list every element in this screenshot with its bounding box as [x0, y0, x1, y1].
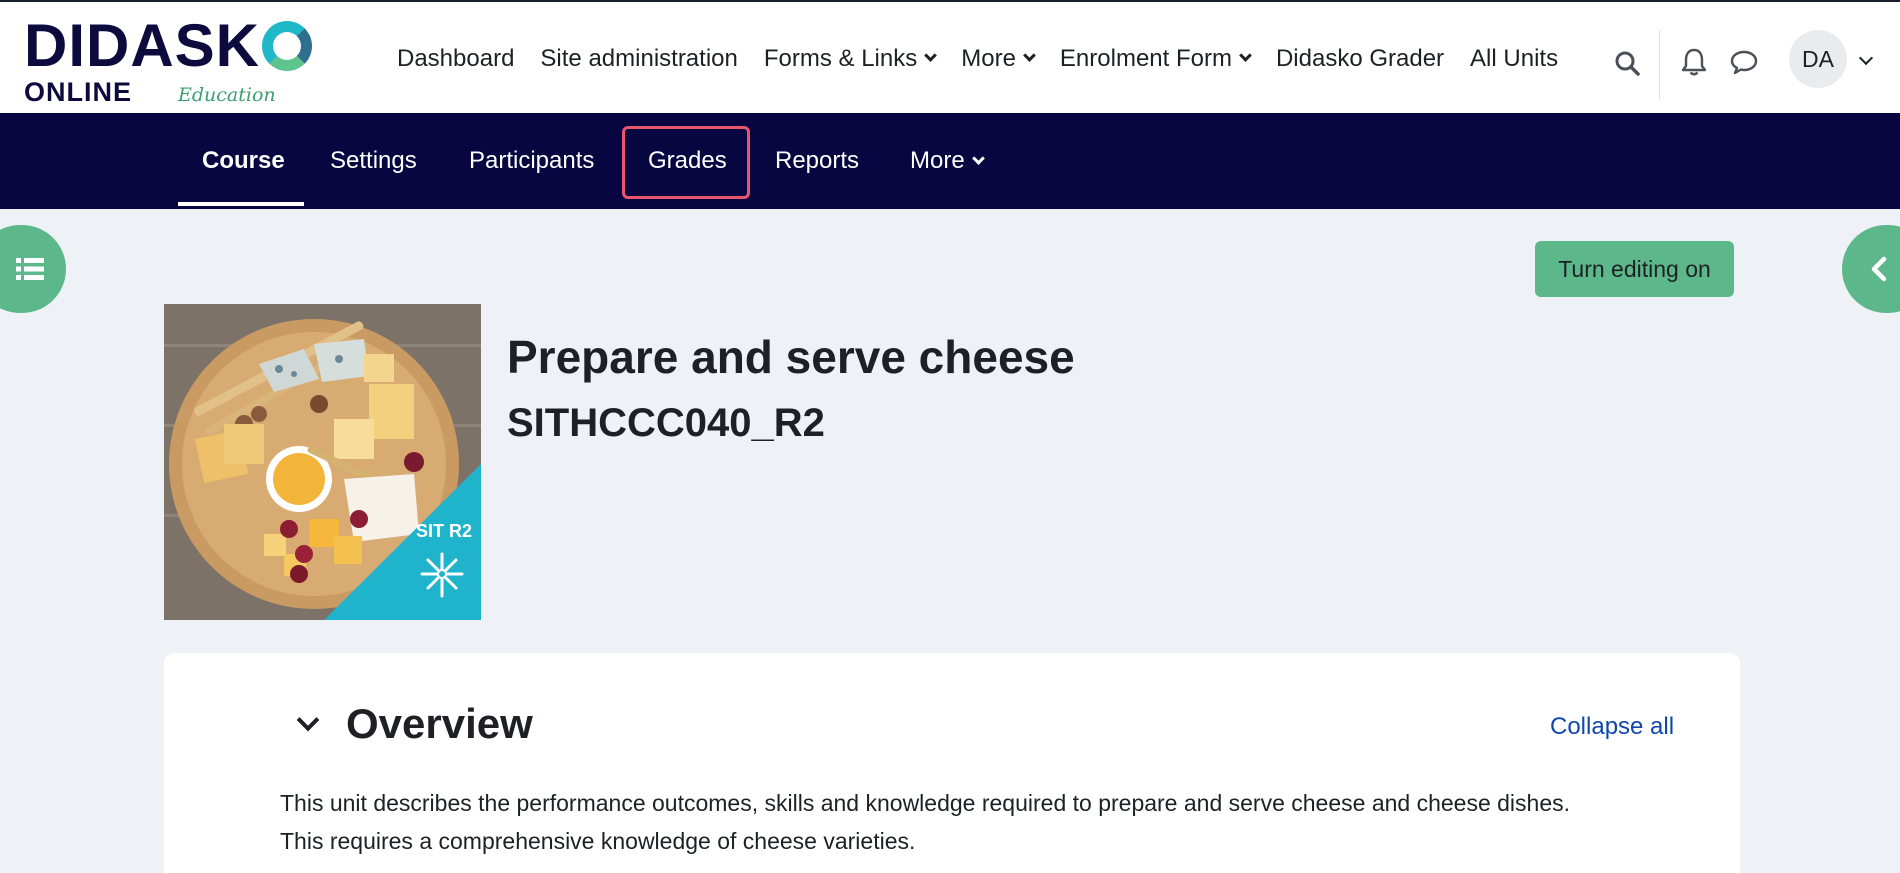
chevron-down-icon: [924, 49, 938, 62]
top-navbar: DIDASK ONLINE Education Forward Dashboar…: [0, 0, 1900, 134]
search-button[interactable]: [1609, 45, 1645, 81]
notifications-button[interactable]: [1676, 44, 1712, 80]
chevron-down-icon[interactable]: [1858, 50, 1874, 66]
active-tab-indicator: [178, 202, 304, 206]
course-image: SIT R2: [164, 304, 481, 620]
list-icon: [16, 258, 44, 280]
tab-label: More: [910, 147, 965, 174]
collapse-all-link[interactable]: Collapse all: [1550, 713, 1674, 741]
sit-r2-badge-text: SIT R2: [416, 521, 472, 541]
course-code: SITHCCC040_R2: [507, 401, 825, 445]
grades-tab-highlight: [622, 126, 750, 199]
nav-more[interactable]: More: [948, 45, 1047, 73]
primary-navigation: Dashboard Site administration Forms & Li…: [384, 2, 1571, 115]
chat-bubble-icon: [1730, 50, 1758, 75]
logo-online: ONLINE: [24, 77, 133, 107]
nav-label: Enrolment Form: [1059, 44, 1232, 72]
avatar-initials: DA: [1802, 45, 1834, 72]
section-summary: This unit describes the performance outc…: [280, 784, 1680, 860]
search-icon: [1615, 51, 1640, 76]
course-title: Prepare and serve cheese: [507, 331, 1075, 383]
tab-course[interactable]: Course: [202, 113, 285, 209]
user-avatar[interactable]: DA: [1789, 30, 1847, 88]
logo-wordmark: DIDASK: [24, 16, 344, 76]
tab-label: Course: [202, 147, 285, 174]
nav-label: Dashboard: [397, 44, 515, 72]
logo-text: DIDASK: [24, 12, 261, 79]
course-secondary-navigation: Course Settings Participants Grades Repo…: [0, 113, 1900, 209]
tab-label: Participants: [469, 147, 595, 174]
logo-ring-icon: [262, 21, 313, 71]
turn-editing-on-button[interactable]: Turn editing on: [1535, 241, 1734, 297]
nav-dashboard[interactable]: Dashboard: [384, 45, 527, 73]
nav-label: Site administration: [540, 44, 738, 72]
button-label: Turn editing on: [1558, 255, 1711, 282]
nav-didasko-grader[interactable]: Didasko Grader: [1263, 45, 1457, 73]
nav-label: Forms & Links: [763, 44, 918, 72]
tab-settings[interactable]: Settings: [330, 113, 417, 209]
tab-participants[interactable]: Participants: [469, 113, 594, 209]
nav-enrolment-form[interactable]: Enrolment Form: [1047, 45, 1263, 73]
tab-label: Reports: [775, 147, 860, 174]
nav-label: More: [961, 44, 1016, 72]
site-logo[interactable]: DIDASK ONLINE Education Forward: [24, 16, 344, 134]
tab-reports[interactable]: Reports: [775, 113, 859, 209]
chevron-down-icon: [1023, 49, 1036, 62]
cheese-platter-image: SIT R2: [164, 304, 481, 620]
nav-site-administration[interactable]: Site administration: [527, 45, 750, 73]
summary-line: This unit describes the performance outc…: [280, 790, 1571, 816]
block-drawer-toggle[interactable]: [1842, 225, 1900, 313]
nav-forms-links[interactable]: Forms & Links: [751, 45, 948, 73]
chevron-down-icon: [1239, 49, 1252, 62]
navbar-divider: [1659, 30, 1660, 100]
chevron-left-icon: [1871, 256, 1887, 282]
bell-icon: [1681, 48, 1707, 76]
messages-button[interactable]: [1726, 44, 1762, 80]
nav-label: Didasko Grader: [1275, 44, 1445, 72]
chevron-down-icon: [971, 151, 985, 165]
nav-label: All Units: [1470, 44, 1559, 72]
tab-more[interactable]: More: [910, 113, 985, 209]
course-index-toggle[interactable]: [0, 225, 66, 313]
section-title: Overview: [346, 700, 533, 747]
tab-label: Settings: [330, 147, 417, 174]
nav-all-units[interactable]: All Units: [1457, 45, 1571, 73]
summary-line: This requires a comprehensive knowledge …: [280, 828, 916, 854]
